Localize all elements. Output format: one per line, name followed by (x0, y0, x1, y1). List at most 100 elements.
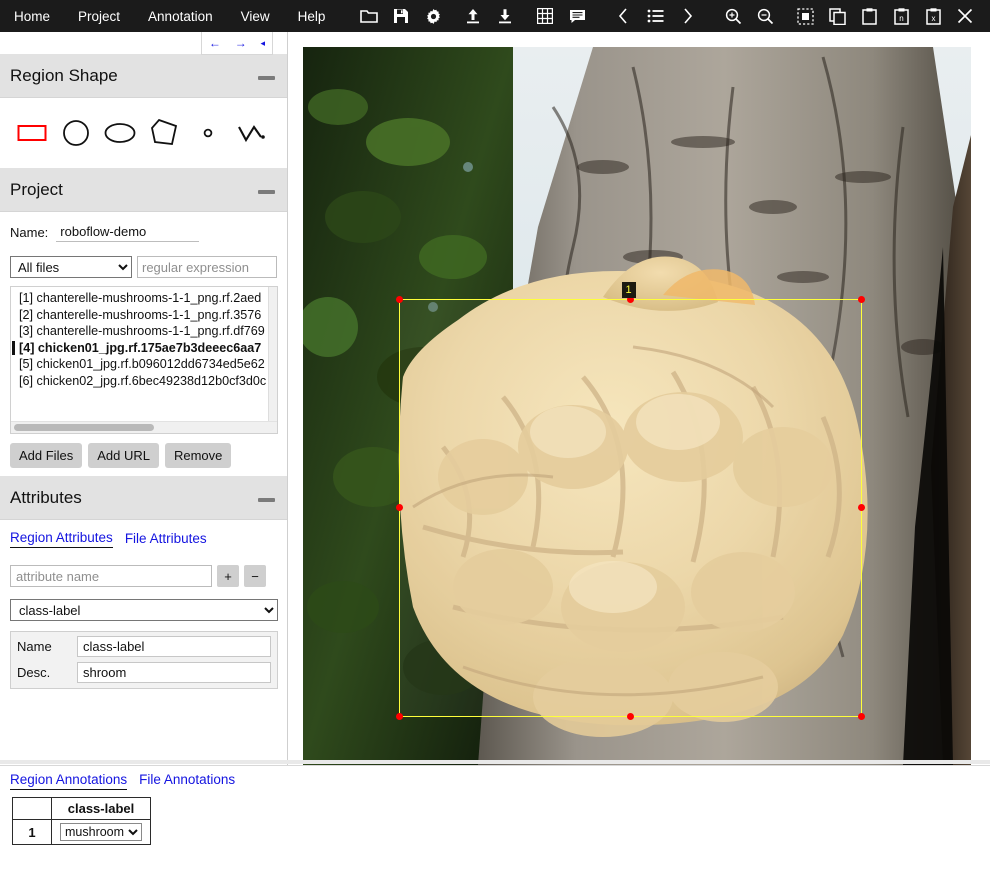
tab-file-attributes[interactable]: File Attributes (125, 531, 207, 548)
class-label-select[interactable]: mushroom (60, 823, 142, 841)
list-icon[interactable] (642, 3, 668, 29)
select-region-icon[interactable] (792, 3, 818, 29)
attribute-desc-label: Desc. (17, 665, 77, 680)
prev-icon[interactable] (610, 3, 636, 29)
grid-icon[interactable] (532, 3, 558, 29)
file-index: [5] (19, 357, 33, 371)
attributes-title: Attributes (10, 488, 82, 508)
upload-icon[interactable] (460, 3, 486, 29)
add-files-button[interactable]: Add Files (10, 443, 82, 468)
gear-icon[interactable] (420, 3, 446, 29)
handle-top-left[interactable] (396, 296, 403, 303)
remove-button[interactable]: Remove (165, 443, 231, 468)
file-index: [4] (19, 341, 34, 355)
project-name-input[interactable] (56, 222, 199, 242)
table-header-row: class-label (13, 798, 151, 820)
add-url-button[interactable]: Add URL (88, 443, 159, 468)
shape-rectangle[interactable] (10, 111, 54, 155)
zoom-in-icon[interactable] (720, 3, 746, 29)
via-annotator-app: Home Project Annotation View Help (0, 0, 990, 870)
download-icon[interactable] (492, 3, 518, 29)
prev-image-arrow[interactable]: ← (209, 37, 221, 49)
top-menu-bar: Home Project Annotation View Help (0, 0, 990, 32)
next-image-arrow[interactable]: → (235, 37, 247, 49)
image-navigation: ← → ◂ (201, 32, 273, 55)
file-filter-select[interactable]: All files (10, 256, 132, 278)
attributes-collapse-button[interactable] (258, 489, 275, 507)
row-index: 1 (13, 820, 52, 845)
close-icon[interactable] (952, 3, 978, 29)
toolbar: n x (353, 3, 981, 29)
attributes-header: Attributes (0, 476, 287, 520)
copy-icon[interactable] (824, 3, 850, 29)
bounding-box-region[interactable]: 1 (399, 299, 862, 717)
file-name: chanterelle-mushrooms-1-1_png.rf.df769 (37, 324, 265, 338)
project-name-row: Name: (10, 222, 277, 242)
file-name: chicken01_jpg.rf.175ae7b3deeec6aa7 (38, 341, 261, 355)
handle-bottom-center[interactable] (627, 713, 634, 720)
project-header: Project (0, 168, 287, 212)
region-annotations-table: class-label 1 mushroom (12, 797, 151, 845)
file-name: chicken02_jpg.rf.6bec49238d12b0cf3d0c (37, 374, 267, 388)
svg-text:x: x (931, 14, 935, 23)
shape-circle[interactable] (54, 111, 98, 155)
remove-attribute-button[interactable]: − (244, 565, 266, 587)
handle-bottom-left[interactable] (396, 713, 403, 720)
file-list-item[interactable]: [5] chicken01_jpg.rf.b096012dd6734ed5e62 (11, 356, 277, 373)
attribute-name-input[interactable] (10, 565, 212, 587)
region-id-label: 1 (622, 282, 636, 298)
region-shape-collapse-button[interactable] (258, 67, 275, 85)
file-list-vertical-scrollbar[interactable] (268, 287, 277, 434)
handle-top-right[interactable] (858, 296, 865, 303)
project-name-label: Name: (10, 225, 48, 240)
handle-middle-right[interactable] (858, 504, 865, 511)
file-list-items: [1] chanterelle-mushrooms-1-1_png.rf.2ae… (11, 287, 277, 389)
comment-icon[interactable] (564, 3, 590, 29)
left-sidebar: ← → ◂ Region Shape (0, 32, 288, 770)
shape-polygon[interactable] (142, 111, 186, 155)
menu-annotation[interactable]: Annotation (134, 3, 227, 30)
file-list-item[interactable]: [1] chanterelle-mushrooms-1-1_png.rf.2ae… (11, 290, 277, 307)
tab-region-attributes[interactable]: Region Attributes (10, 530, 113, 548)
project-title: Project (10, 180, 63, 200)
tab-region-annotations[interactable]: Region Annotations (10, 772, 127, 790)
attribute-name-field-row: Name (17, 636, 271, 657)
file-index: [3] (19, 324, 33, 338)
file-list-item[interactable]: [3] chanterelle-mushrooms-1-1_png.rf.df7… (11, 323, 277, 340)
folder-open-icon[interactable] (356, 3, 382, 29)
menu-help[interactable]: Help (284, 3, 340, 30)
attribute-name-field[interactable] (77, 636, 271, 657)
tab-file-annotations[interactable]: File Annotations (139, 772, 235, 790)
shape-ellipse[interactable] (98, 111, 142, 155)
menu-home[interactable]: Home (0, 3, 64, 30)
project-collapse-button[interactable] (258, 181, 275, 199)
image-canvas[interactable]: 1 (303, 47, 971, 765)
file-list-horizontal-scrollbar[interactable] (11, 421, 277, 433)
file-name: chanterelle-mushrooms-1-1_png.rf.2aed (37, 291, 262, 305)
file-list-scroll-thumb[interactable] (14, 424, 154, 431)
file-list-item[interactable]: [6] chicken02_jpg.rf.6bec49238d12b0cf3d0… (11, 373, 277, 390)
paste-n-icon[interactable]: n (888, 3, 914, 29)
attribute-desc-field[interactable] (77, 662, 271, 683)
row-class-label-cell[interactable]: mushroom (52, 820, 151, 845)
file-index: [6] (19, 374, 33, 388)
shape-point[interactable] (186, 111, 230, 155)
file-list[interactable]: [1] chanterelle-mushrooms-1-1_png.rf.2ae… (10, 286, 278, 434)
shape-polyline[interactable] (230, 111, 274, 155)
next-icon[interactable] (674, 3, 700, 29)
add-attribute-button[interactable]: + (217, 565, 239, 587)
file-list-item-selected[interactable]: [4] chicken01_jpg.rf.175ae7b3deeec6aa7 (11, 340, 277, 357)
paste-x-icon[interactable]: x (920, 3, 946, 29)
regex-filter-input[interactable] (137, 256, 277, 278)
zoom-out-icon[interactable] (752, 3, 778, 29)
file-filter-row: All files (10, 256, 277, 278)
collapse-sidebar-arrow[interactable]: ◂ (261, 39, 266, 48)
handle-middle-left[interactable] (396, 504, 403, 511)
save-icon[interactable] (388, 3, 414, 29)
file-list-item[interactable]: [2] chanterelle-mushrooms-1-1_png.rf.357… (11, 307, 277, 324)
attribute-select[interactable]: class-label (10, 599, 278, 621)
menu-view[interactable]: View (227, 3, 284, 30)
menu-project[interactable]: Project (64, 3, 134, 30)
handle-bottom-right[interactable] (858, 713, 865, 720)
paste-icon[interactable] (856, 3, 882, 29)
